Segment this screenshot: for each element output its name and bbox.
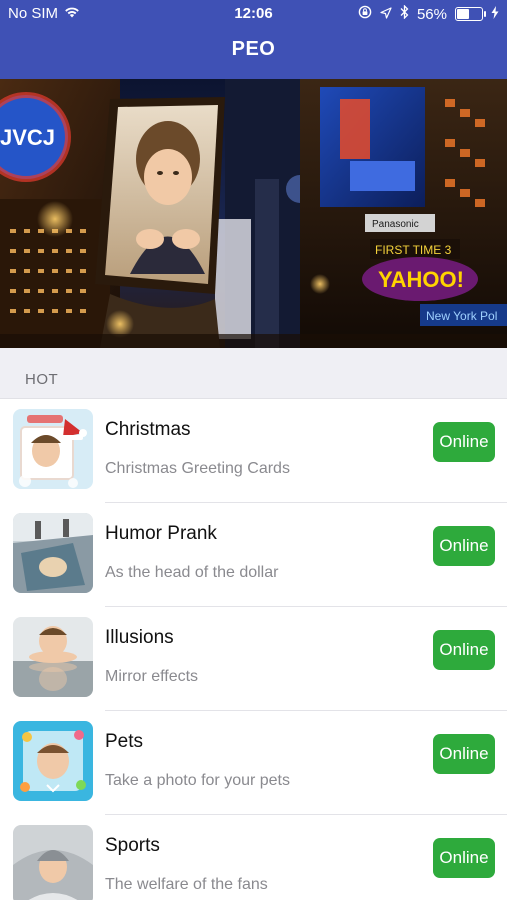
status-bar: No SIM 12:06 56% [0, 0, 507, 28]
location-arrow-icon [380, 6, 392, 23]
banner-illustration: JVCJ Panasonic FIRST TIME 3 YAHOO! New Y… [0, 79, 507, 348]
list-item-sports[interactable]: Sports The welfare of the fans Online [0, 815, 507, 900]
item-title: Humor Prank [105, 523, 217, 544]
item-description: Take a photo for your pets [105, 772, 290, 789]
battery-fill [457, 9, 469, 19]
section-title: HOT [25, 371, 59, 388]
online-button[interactable]: Online [433, 422, 495, 462]
battery-icon [455, 7, 486, 21]
times-square-banner[interactable]: JVCJ Panasonic FIRST TIME 3 YAHOO! New Y… [0, 79, 507, 348]
svg-text:FIRST TIME 3: FIRST TIME 3 [375, 243, 452, 257]
online-button[interactable]: Online [433, 838, 495, 878]
list-item-humor-prank[interactable]: Humor Prank As the head of the dollar On… [0, 503, 507, 607]
item-title: Pets [105, 731, 144, 752]
list-item-christmas[interactable]: Christmas Christmas Greeting Cards Onlin… [0, 399, 507, 503]
item-title: Christmas [105, 419, 191, 440]
svg-text:YAHOO!: YAHOO! [378, 267, 464, 292]
sports-thumbnail [13, 825, 93, 900]
item-title: Sports [105, 835, 160, 856]
orientation-lock-icon [358, 5, 372, 23]
section-header: HOT [0, 348, 507, 399]
online-button[interactable]: Online [433, 734, 495, 774]
item-description: The welfare of the fans [105, 876, 268, 893]
christmas-thumbnail [13, 409, 93, 489]
page-title: PEO [231, 38, 276, 60]
online-button[interactable]: Online [433, 526, 495, 566]
top-bar: No SIM 12:06 56% PEO [0, 0, 507, 79]
feature-list: Christmas Christmas Greeting Cards Onlin… [0, 399, 507, 900]
item-description: As the head of the dollar [105, 564, 279, 581]
battery-percent: 56% [416, 5, 447, 23]
illusions-thumbnail [13, 617, 93, 697]
app-screen: No SIM 12:06 56% PEO JVCJ Panasonic FIRS… [0, 0, 507, 900]
pets-thumbnail [13, 721, 93, 801]
item-title: Illusions [105, 627, 174, 648]
item-description: Mirror effects [105, 668, 199, 685]
online-button[interactable]: Online [433, 630, 495, 670]
status-right: 56% [358, 4, 499, 23]
svg-text:Panasonic: Panasonic [372, 219, 419, 230]
list-item-pets[interactable]: Pets Take a photo for your pets Online [0, 711, 507, 815]
svg-text:JVCJ: JVCJ [0, 125, 55, 150]
svg-text:New York Pol: New York Pol [426, 309, 497, 323]
item-description: Christmas Greeting Cards [105, 460, 290, 477]
charging-icon [491, 5, 499, 23]
bluetooth-icon [400, 4, 409, 23]
list-item-illusions[interactable]: Illusions Mirror effects Online [0, 607, 507, 711]
humor-prank-thumbnail [13, 513, 93, 593]
